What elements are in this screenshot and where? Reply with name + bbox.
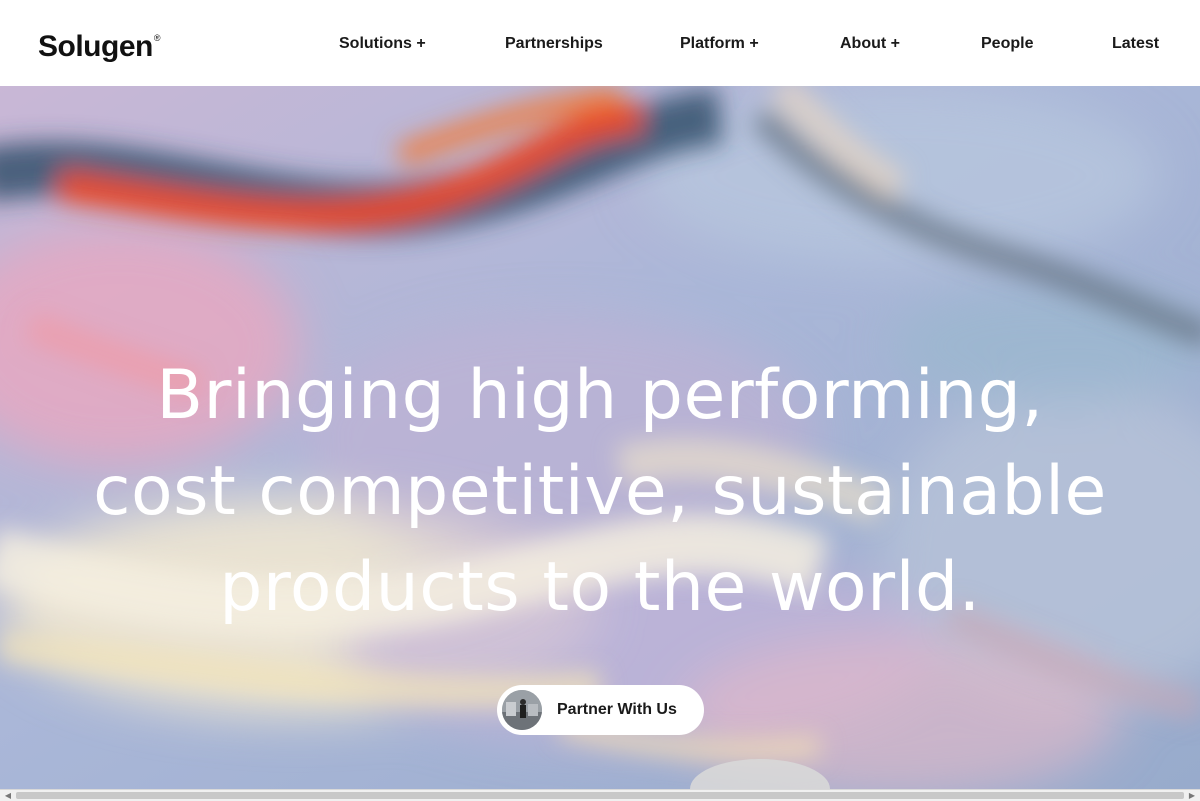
right-arrow-icon[interactable]: ▶: [1186, 790, 1198, 801]
nav-about[interactable]: About +: [840, 32, 900, 56]
brand-name[interactable]: Solugen: [38, 30, 153, 63]
site-header: Solugen® Solutions + Partnerships Platfo…: [0, 0, 1200, 86]
nav-people[interactable]: People: [981, 32, 1033, 56]
nav-platform[interactable]: Platform +: [680, 32, 759, 56]
left-arrow-icon[interactable]: ◀: [2, 790, 14, 801]
partner-with-us-button[interactable]: Partner With Us: [497, 685, 704, 735]
nav-latest[interactable]: Latest: [1112, 32, 1159, 56]
hero-headline: Bringing high performing, cost competiti…: [0, 348, 1200, 636]
nav-solutions[interactable]: Solutions +: [339, 32, 426, 56]
person-photo-icon: [502, 690, 542, 730]
scrollbar-thumb[interactable]: [16, 792, 1184, 799]
brand-logo[interactable]: Solugen®: [38, 24, 160, 65]
registered-mark: ®: [153, 33, 161, 43]
cta-label[interactable]: Partner With Us: [557, 698, 677, 722]
headline-line-3: products to the world.: [219, 548, 981, 627]
horizontal-scrollbar[interactable]: ◀ ▶: [0, 789, 1200, 801]
nav-partnerships[interactable]: Partnerships: [505, 32, 603, 56]
headline-line-1: Bringing high performing,: [156, 356, 1044, 435]
headline-line-2: cost competitive, sustainable: [93, 452, 1107, 531]
hero-section: Bringing high performing, cost competiti…: [0, 86, 1200, 789]
